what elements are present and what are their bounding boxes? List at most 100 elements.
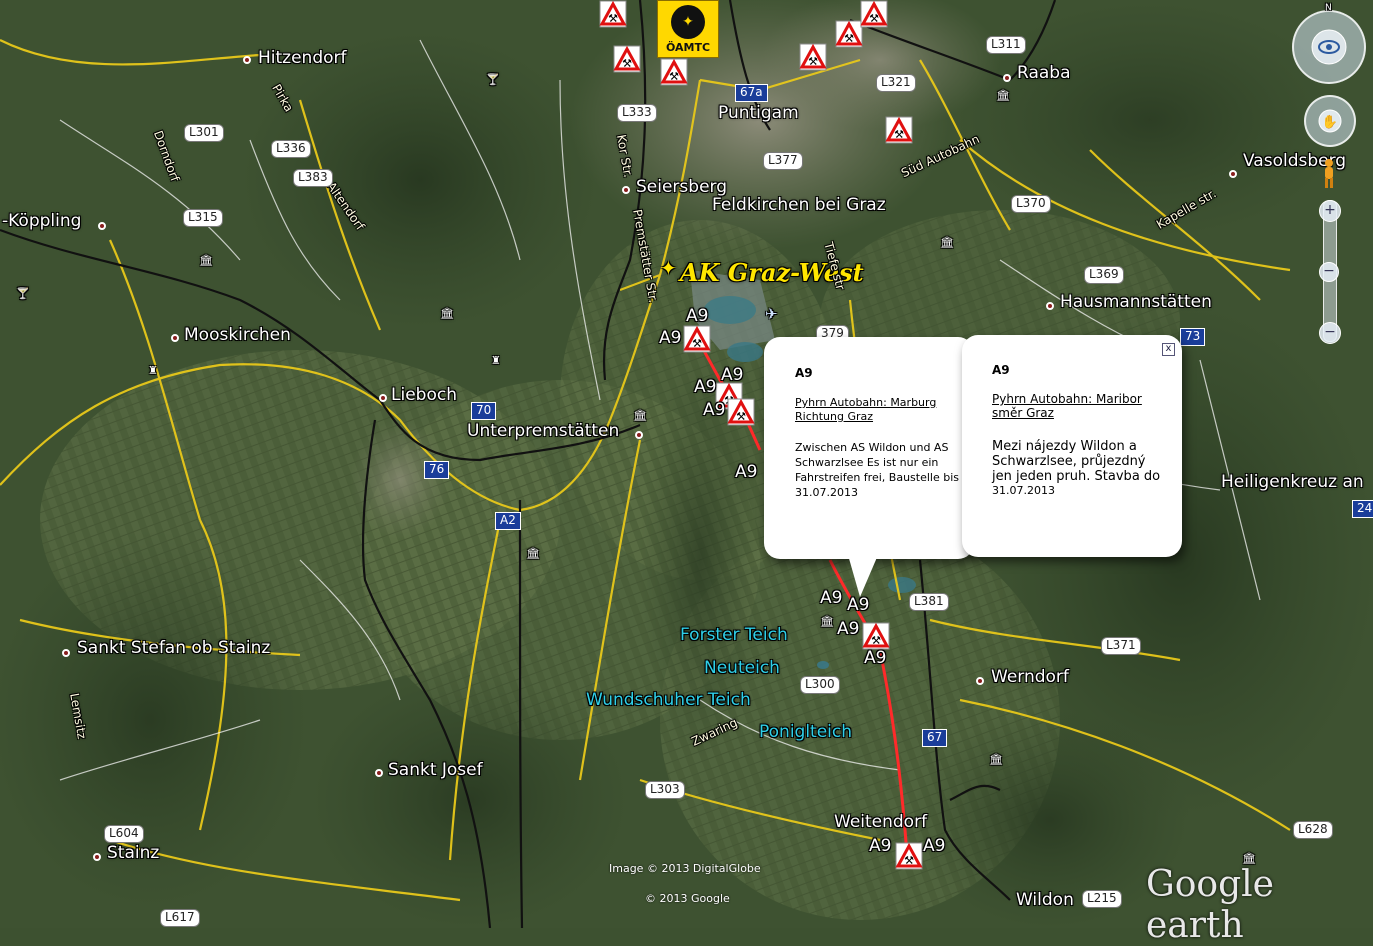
landmark-icon: 🏛 <box>989 753 1003 766</box>
place-feldkirchen: Feldkirchen bei Graz <box>712 195 886 215</box>
a9-label: A9 <box>735 462 758 482</box>
a9-label: A9 <box>847 595 870 615</box>
place-raaba: Raaba <box>1017 63 1071 83</box>
airport-icon: ✈ <box>765 305 778 323</box>
water-poniglteich: Poniglteich <box>759 722 853 742</box>
svg-text:⚒: ⚒ <box>669 70 679 83</box>
road-shield: L369 <box>1084 266 1124 284</box>
roadwork-warning-icon[interactable]: ⚒ <box>862 622 890 650</box>
water-wundschuher-teich: Wundschuher Teich <box>586 690 751 710</box>
motorway-shield: 24 <box>1352 500 1373 518</box>
roadwork-warning-icon[interactable]: ⚒ <box>727 398 755 426</box>
interchange-icon: ✦ <box>660 256 677 280</box>
town-marker[interactable] <box>171 334 179 342</box>
roadwork-warning-icon[interactable]: ⚒ <box>613 45 641 73</box>
roadwork-warning-icon[interactable]: ⚒ <box>660 58 688 86</box>
balloon-body-line: 31.07.2013 <box>992 484 1055 497</box>
roadwork-warning-icon[interactable]: ⚒ <box>860 0 888 28</box>
svg-text:⚒: ⚒ <box>904 854 914 867</box>
balloon-body-line: Zwischen AS Wildon und AS <box>795 441 949 454</box>
town-marker[interactable] <box>635 431 643 439</box>
castle-icon: ♜ <box>148 364 158 377</box>
a9-label: A9 <box>721 365 744 385</box>
zoom-slider-handle[interactable]: − <box>1319 262 1339 282</box>
road-shield: L315 <box>183 209 223 227</box>
town-marker[interactable] <box>243 56 251 64</box>
roadwork-warning-icon[interactable]: ⚒ <box>835 20 863 48</box>
hand-icon[interactable]: ✋ <box>1318 109 1342 133</box>
a9-label: A9 <box>820 588 843 608</box>
road-shield: L303 <box>645 781 685 799</box>
place-unterpremstatten: Unterpremstätten <box>467 421 620 441</box>
landmark-icon: 🏛 <box>633 409 647 422</box>
road-shield: L215 <box>1082 890 1122 908</box>
place-stainz: Stainz <box>107 843 160 863</box>
balloon-close-button[interactable]: x <box>1162 343 1175 356</box>
water-forster-teich: Forster Teich <box>680 625 788 645</box>
castle-icon: ♜ <box>491 354 501 367</box>
oamtc-emblem-icon: ✦ <box>671 5 705 39</box>
street-view-pegman-icon[interactable] <box>1320 158 1338 190</box>
svg-text:⚒: ⚒ <box>871 634 881 647</box>
copyright-credit: © 2013 Google <box>645 892 730 905</box>
a9-label: A9 <box>703 400 726 420</box>
balloon-body-line: Schwarzlsee Es ist nur ein <box>795 456 939 469</box>
zoom-in-button[interactable]: + <box>1319 200 1341 222</box>
road-shield: L336 <box>271 140 311 158</box>
balloon-link[interactable]: Richtung Graz <box>795 410 873 424</box>
place-puntigam: Puntigam <box>718 103 799 123</box>
place-lieboch: Lieboch <box>391 385 457 405</box>
town-marker[interactable] <box>1046 302 1054 310</box>
balloon-body-line: 31.07.2013 <box>795 486 858 499</box>
place-sankt-stefan: Sankt Stefan ob Stainz <box>77 638 271 658</box>
road-shield: L321 <box>876 74 916 92</box>
town-marker[interactable] <box>1003 74 1011 82</box>
svg-text:⚒: ⚒ <box>808 55 818 68</box>
svg-text:✋: ✋ <box>1322 114 1338 130</box>
bar-icon: 🍸 <box>16 287 30 300</box>
town-marker[interactable] <box>62 649 70 657</box>
landmark-icon: 🏛 <box>440 307 454 320</box>
balloon-link[interactable]: Pyhrn Autobahn: Marburg <box>795 396 936 410</box>
a9-label: A9 <box>837 619 860 639</box>
eye-icon[interactable] <box>1310 28 1348 66</box>
roadwork-warning-icon[interactable]: ⚒ <box>799 43 827 71</box>
landmark-icon: 🏛 <box>820 615 834 628</box>
road-shield: L617 <box>160 909 200 927</box>
place-werndorf: Werndorf <box>991 667 1069 687</box>
road-shield: L333 <box>617 104 657 122</box>
town-marker[interactable] <box>379 394 387 402</box>
town-marker[interactable] <box>976 677 984 685</box>
town-marker[interactable] <box>1229 170 1237 178</box>
town-marker[interactable] <box>622 186 630 194</box>
balloon-link[interactable]: směr Graz <box>992 406 1054 422</box>
a9-label: A9 <box>659 328 682 348</box>
motorway-shield: 67 <box>922 729 948 747</box>
place-mooskirchen: Mooskirchen <box>184 325 291 345</box>
place-weitendorf: Weitendorf <box>834 812 928 832</box>
balloon-title: A9 <box>795 366 813 380</box>
town-marker[interactable] <box>98 222 106 230</box>
road-shield: L300 <box>800 676 840 694</box>
road-shield: L604 <box>104 825 144 843</box>
svg-text:⚒: ⚒ <box>894 128 904 141</box>
a9-label: A9 <box>686 306 709 326</box>
svg-text:⚒: ⚒ <box>844 32 854 45</box>
a9-label: A9 <box>923 836 946 856</box>
a9-label: A9 <box>864 648 887 668</box>
road-shield: L383 <box>293 169 333 187</box>
roadwork-warning-icon[interactable]: ⚒ <box>683 325 711 353</box>
a9-label: A9 <box>869 836 892 856</box>
water-neuteich: Neuteich <box>704 658 780 678</box>
roadwork-warning-icon[interactable]: ⚒ <box>599 0 627 28</box>
balloon-pointer <box>848 555 878 597</box>
oamtc-logo[interactable]: ✦ ÖAMTC <box>657 0 719 58</box>
town-marker[interactable] <box>375 769 383 777</box>
motorway-shield: 70 <box>471 402 497 420</box>
roadwork-warning-icon[interactable]: ⚒ <box>895 842 923 870</box>
place-koppling: -Köppling <box>2 211 82 231</box>
roadwork-warning-icon[interactable]: ⚒ <box>885 116 913 144</box>
town-marker[interactable] <box>93 853 101 861</box>
zoom-out-button[interactable]: − <box>1319 322 1341 344</box>
landmark-icon: 🏛 <box>1242 852 1256 865</box>
